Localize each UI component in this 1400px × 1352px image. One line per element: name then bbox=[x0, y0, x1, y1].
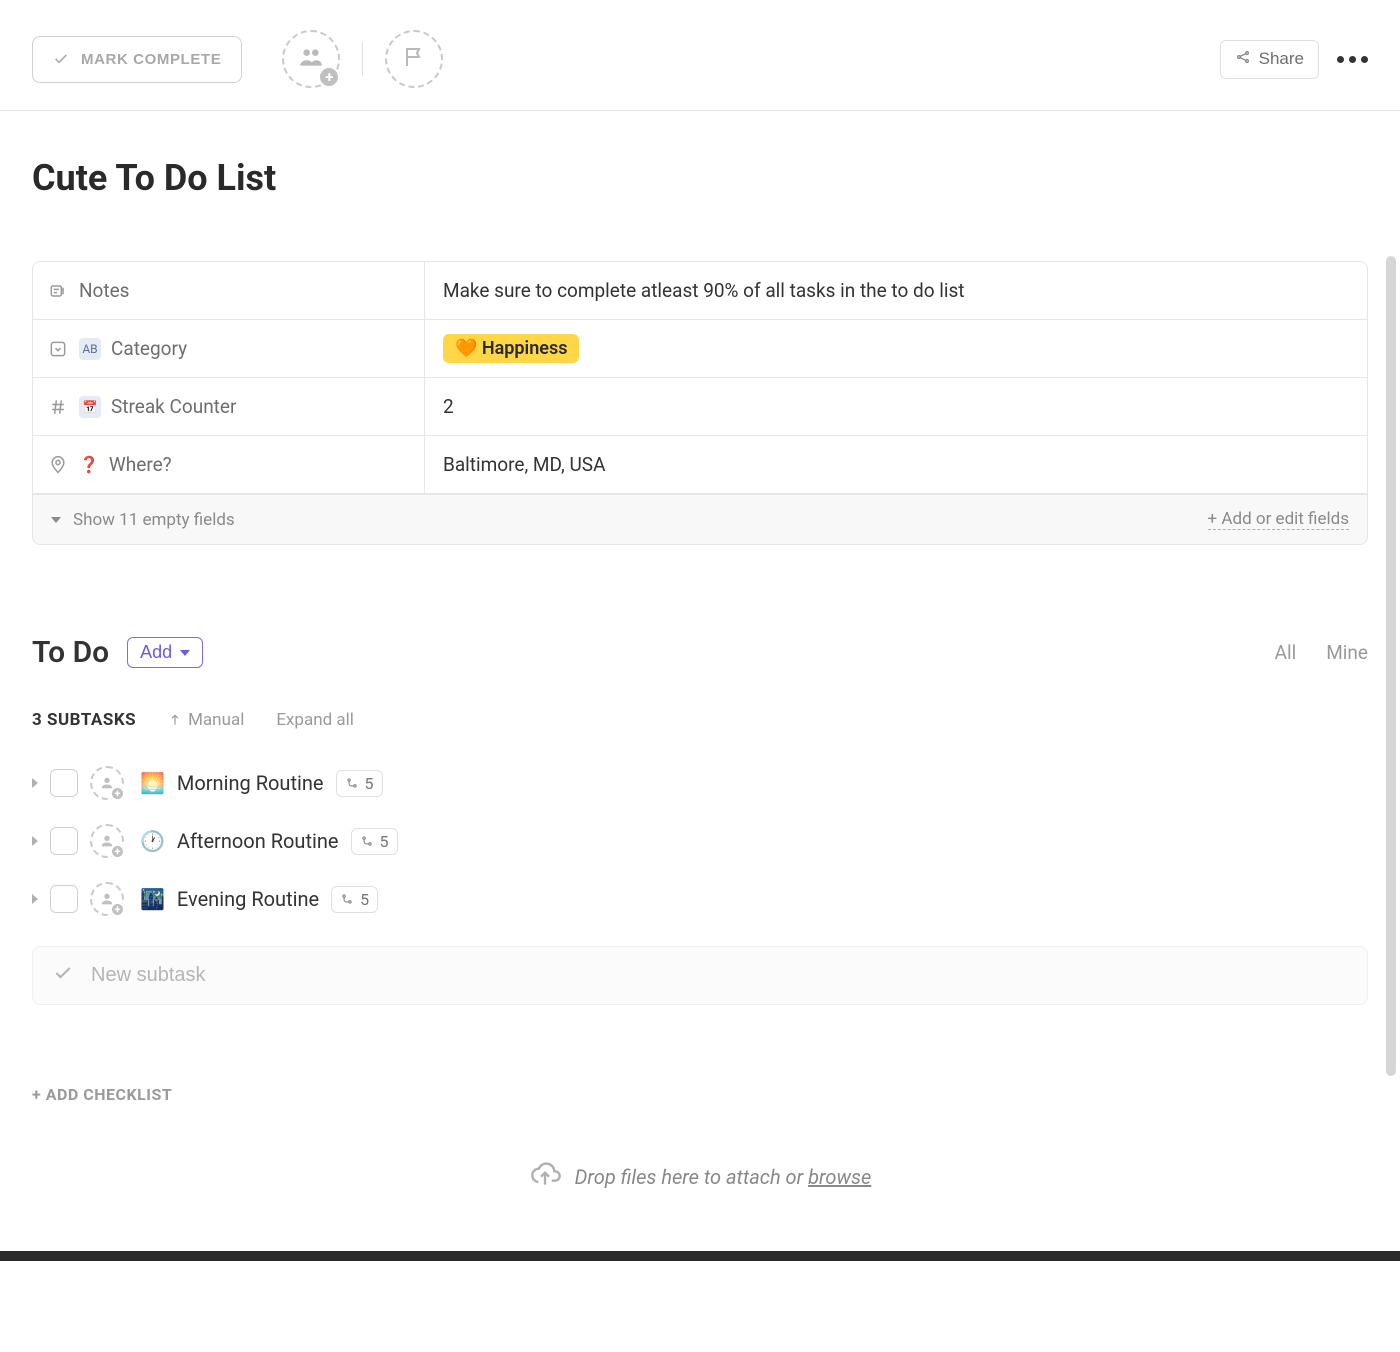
chevron-down-icon bbox=[180, 650, 190, 656]
expand-caret-icon[interactable] bbox=[32, 894, 38, 904]
subtask-row: + 🌃 Evening Routine 5 bbox=[32, 882, 1368, 916]
notes-value-text: Make sure to complete atleast 90% of all… bbox=[443, 279, 965, 302]
toolbar: MARK COMPLETE + Share bbox=[0, 0, 1400, 111]
subtask-count: 5 bbox=[365, 774, 374, 793]
assignee-button[interactable]: + bbox=[90, 766, 124, 800]
field-row-notes: Notes Make sure to complete atleast 90% … bbox=[33, 262, 1367, 320]
check-icon bbox=[53, 963, 73, 988]
plus-badge-icon: + bbox=[110, 902, 125, 917]
where-emoji: ❓ bbox=[79, 455, 99, 474]
new-subtask-row[interactable] bbox=[32, 946, 1368, 1005]
streak-emoji-badge: 📅 bbox=[79, 396, 101, 418]
bottom-bar bbox=[0, 1251, 1400, 1261]
subtask-count-badge[interactable]: 5 bbox=[331, 886, 378, 913]
plus-badge-icon: + bbox=[110, 844, 125, 859]
subtask-count-badge[interactable]: 5 bbox=[351, 828, 398, 855]
filter-all[interactable]: All bbox=[1275, 641, 1297, 664]
subtasks-count: 3 SUBTASKS bbox=[32, 710, 136, 730]
mark-complete-button[interactable]: MARK COMPLETE bbox=[32, 36, 242, 83]
add-label: Add bbox=[140, 642, 172, 663]
add-edit-fields-button[interactable]: + Add or edit fields bbox=[1208, 509, 1349, 530]
subtask-emoji: 🌃 bbox=[140, 887, 165, 911]
check-icon bbox=[53, 51, 69, 67]
category-label-text: Category bbox=[111, 337, 187, 360]
subtask-emoji: 🌅 bbox=[140, 771, 165, 795]
new-subtask-input[interactable] bbox=[91, 964, 1347, 987]
subtask-name[interactable]: Morning Routine bbox=[177, 771, 324, 795]
where-value-text: Baltimore, MD, USA bbox=[443, 453, 605, 476]
location-icon bbox=[47, 454, 69, 476]
where-label-text: Where? bbox=[109, 453, 172, 476]
field-value-notes[interactable]: Make sure to complete atleast 90% of all… bbox=[425, 262, 1367, 319]
subtask-count: 5 bbox=[380, 832, 389, 851]
subtasks-bar: 3 SUBTASKS Manual Expand all bbox=[32, 710, 1368, 730]
subtask-list: + 🌅 Morning Routine 5 + 🕐 Afternoon Routine 5 + 🌃… bbox=[32, 766, 1368, 916]
drop-zone-text: Drop files here to attach or bbox=[575, 1165, 808, 1189]
fields-table: Notes Make sure to complete atleast 90% … bbox=[32, 261, 1368, 545]
field-value-where[interactable]: Baltimore, MD, USA bbox=[425, 436, 1367, 493]
plus-badge-icon: + bbox=[318, 66, 340, 88]
field-label-notes[interactable]: Notes bbox=[33, 262, 425, 319]
subtask-name[interactable]: Afternoon Routine bbox=[177, 829, 339, 853]
fields-footer: Show 11 empty fields + Add or edit field… bbox=[33, 494, 1367, 544]
subtask-checkbox[interactable] bbox=[50, 885, 78, 913]
expand-all-button[interactable]: Expand all bbox=[276, 710, 354, 730]
subtask-row: + 🌅 Morning Routine 5 bbox=[32, 766, 1368, 800]
share-label: Share bbox=[1259, 49, 1304, 69]
todo-title: To Do bbox=[32, 635, 109, 670]
sort-manual-button[interactable]: Manual bbox=[168, 710, 244, 730]
plus-badge-icon: + bbox=[110, 786, 125, 801]
dropdown-icon bbox=[47, 338, 69, 360]
dot-icon bbox=[1361, 56, 1368, 63]
chevron-down-icon bbox=[51, 517, 61, 523]
cloud-upload-icon bbox=[529, 1158, 561, 1195]
flag-button[interactable] bbox=[385, 30, 443, 88]
field-label-where[interactable]: ❓ Where? bbox=[33, 436, 425, 493]
expand-caret-icon[interactable] bbox=[32, 778, 38, 788]
number-icon bbox=[47, 396, 69, 418]
expand-caret-icon[interactable] bbox=[32, 836, 38, 846]
subtask-name[interactable]: Evening Routine bbox=[177, 887, 319, 911]
toolbar-divider bbox=[362, 42, 363, 76]
share-icon bbox=[1235, 49, 1251, 70]
category-pill: 🧡 Happiness bbox=[443, 334, 579, 363]
notes-icon bbox=[47, 280, 69, 302]
attachment-drop-zone[interactable]: Drop files here to attach or browse bbox=[32, 1140, 1368, 1231]
browse-link[interactable]: browse bbox=[808, 1165, 871, 1189]
field-row-where: ❓ Where? Baltimore, MD, USA bbox=[33, 436, 1367, 494]
scrollbar[interactable] bbox=[1386, 256, 1396, 1076]
field-row-category: AB Category 🧡 Happiness bbox=[33, 320, 1367, 378]
subtask-count-badge[interactable]: 5 bbox=[336, 770, 383, 797]
show-empty-fields-button[interactable]: Show 11 empty fields bbox=[73, 510, 235, 530]
subtask-emoji: 🕐 bbox=[140, 829, 165, 853]
streak-value-text: 2 bbox=[443, 395, 454, 418]
subtask-checkbox[interactable] bbox=[50, 827, 78, 855]
add-subtask-button[interactable]: Add bbox=[127, 637, 203, 668]
category-emoji-badge: AB bbox=[79, 338, 101, 360]
assignee-button[interactable]: + bbox=[90, 882, 124, 916]
subtask-checkbox[interactable] bbox=[50, 769, 78, 797]
manual-label: Manual bbox=[188, 710, 244, 730]
subtask-row: + 🕐 Afternoon Routine 5 bbox=[32, 824, 1368, 858]
streak-label-text: Streak Counter bbox=[111, 395, 236, 418]
field-label-streak[interactable]: 📅 Streak Counter bbox=[33, 378, 425, 435]
notes-label-text: Notes bbox=[79, 279, 130, 302]
dot-icon bbox=[1349, 56, 1356, 63]
add-checklist-button[interactable]: + ADD CHECKLIST bbox=[32, 1085, 1368, 1104]
filter-mine[interactable]: Mine bbox=[1326, 641, 1368, 664]
todo-header: To Do Add All Mine bbox=[32, 635, 1368, 670]
flag-icon bbox=[402, 45, 426, 74]
add-assignees-button[interactable]: + bbox=[282, 30, 340, 88]
field-row-streak: 📅 Streak Counter 2 bbox=[33, 378, 1367, 436]
subtask-count: 5 bbox=[360, 890, 369, 909]
field-value-category[interactable]: 🧡 Happiness bbox=[425, 320, 1367, 377]
field-value-streak[interactable]: 2 bbox=[425, 378, 1367, 435]
more-menu-button[interactable] bbox=[1337, 56, 1368, 63]
assignee-button[interactable]: + bbox=[90, 824, 124, 858]
dot-icon bbox=[1337, 56, 1344, 63]
field-label-category[interactable]: AB Category bbox=[33, 320, 425, 377]
page-title: Cute To Do List bbox=[32, 157, 1368, 199]
share-button[interactable]: Share bbox=[1220, 40, 1319, 79]
mark-complete-label: MARK COMPLETE bbox=[81, 51, 221, 68]
